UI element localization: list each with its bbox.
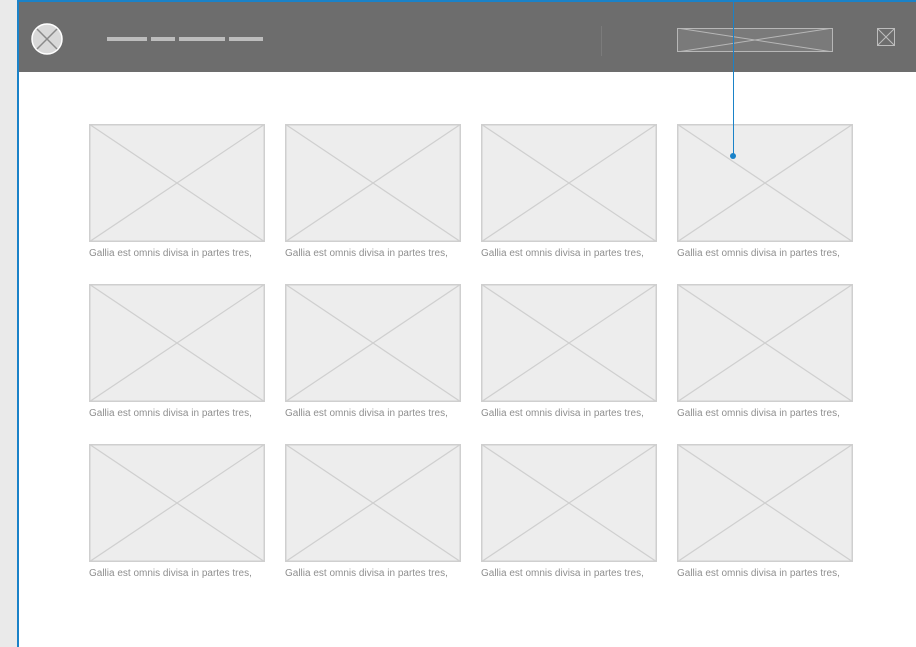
image-placeholder-icon[interactable] bbox=[285, 124, 461, 242]
item-caption: Gallia est omnis divisa in partes tres, bbox=[481, 408, 644, 419]
image-placeholder-icon[interactable] bbox=[481, 124, 657, 242]
nav-item-2[interactable] bbox=[151, 37, 175, 41]
image-placeholder-icon[interactable] bbox=[677, 124, 853, 242]
gallery-item[interactable]: Gallia est omnis divisa in partes tres, bbox=[89, 444, 266, 580]
main-nav bbox=[107, 37, 263, 41]
annotation-dot bbox=[730, 153, 736, 159]
image-placeholder-icon[interactable] bbox=[89, 124, 265, 242]
top-bar bbox=[19, 2, 916, 72]
image-placeholder-icon[interactable] bbox=[285, 444, 461, 562]
nav-item-1[interactable] bbox=[107, 37, 147, 41]
gallery-item[interactable]: Gallia est omnis divisa in partes tres, bbox=[285, 284, 462, 420]
image-placeholder-icon[interactable] bbox=[677, 444, 853, 562]
image-placeholder-icon[interactable] bbox=[481, 284, 657, 402]
annotation-line bbox=[733, 0, 734, 157]
image-placeholder-icon[interactable] bbox=[285, 284, 461, 402]
gallery-item[interactable]: Gallia est omnis divisa in partes tres, bbox=[677, 284, 854, 420]
search-box-icon[interactable] bbox=[677, 28, 833, 52]
item-caption: Gallia est omnis divisa in partes tres, bbox=[481, 568, 644, 579]
canvas: Gallia est omnis divisa in partes tres, … bbox=[0, 0, 916, 647]
item-caption: Gallia est omnis divisa in partes tres, bbox=[677, 248, 840, 259]
gallery-item[interactable]: Gallia est omnis divisa in partes tres, bbox=[677, 444, 854, 580]
image-placeholder-icon[interactable] bbox=[89, 444, 265, 562]
gallery-item[interactable]: Gallia est omnis divisa in partes tres, bbox=[89, 284, 266, 420]
image-placeholder-icon[interactable] bbox=[89, 284, 265, 402]
gallery-item[interactable]: Gallia est omnis divisa in partes tres, bbox=[677, 124, 854, 260]
gallery-item[interactable]: Gallia est omnis divisa in partes tres, bbox=[481, 284, 658, 420]
gallery-item[interactable]: Gallia est omnis divisa in partes tres, bbox=[285, 444, 462, 580]
item-caption: Gallia est omnis divisa in partes tres, bbox=[89, 408, 252, 419]
nav-item-4[interactable] bbox=[229, 37, 263, 41]
image-placeholder-icon[interactable] bbox=[677, 284, 853, 402]
item-caption: Gallia est omnis divisa in partes tres, bbox=[285, 568, 448, 579]
gallery-item[interactable]: Gallia est omnis divisa in partes tres, bbox=[481, 124, 658, 260]
item-caption: Gallia est omnis divisa in partes tres, bbox=[285, 248, 448, 259]
logo-icon[interactable] bbox=[31, 23, 63, 55]
item-caption: Gallia est omnis divisa in partes tres, bbox=[89, 248, 252, 259]
nav-item-3[interactable] bbox=[179, 37, 225, 41]
item-caption: Gallia est omnis divisa in partes tres, bbox=[481, 248, 644, 259]
gallery-grid: Gallia est omnis divisa in partes tres, … bbox=[89, 124, 854, 580]
item-caption: Gallia est omnis divisa in partes tres, bbox=[677, 568, 840, 579]
app-window: Gallia est omnis divisa in partes tres, … bbox=[17, 0, 916, 647]
gallery-item[interactable]: Gallia est omnis divisa in partes tres, bbox=[481, 444, 658, 580]
gallery-item[interactable]: Gallia est omnis divisa in partes tres, bbox=[285, 124, 462, 260]
item-caption: Gallia est omnis divisa in partes tres, bbox=[89, 568, 252, 579]
item-caption: Gallia est omnis divisa in partes tres, bbox=[677, 408, 840, 419]
header-divider bbox=[601, 26, 602, 56]
close-icon[interactable] bbox=[877, 28, 895, 46]
image-placeholder-icon[interactable] bbox=[481, 444, 657, 562]
item-caption: Gallia est omnis divisa in partes tres, bbox=[285, 408, 448, 419]
gallery-item[interactable]: Gallia est omnis divisa in partes tres, bbox=[89, 124, 266, 260]
